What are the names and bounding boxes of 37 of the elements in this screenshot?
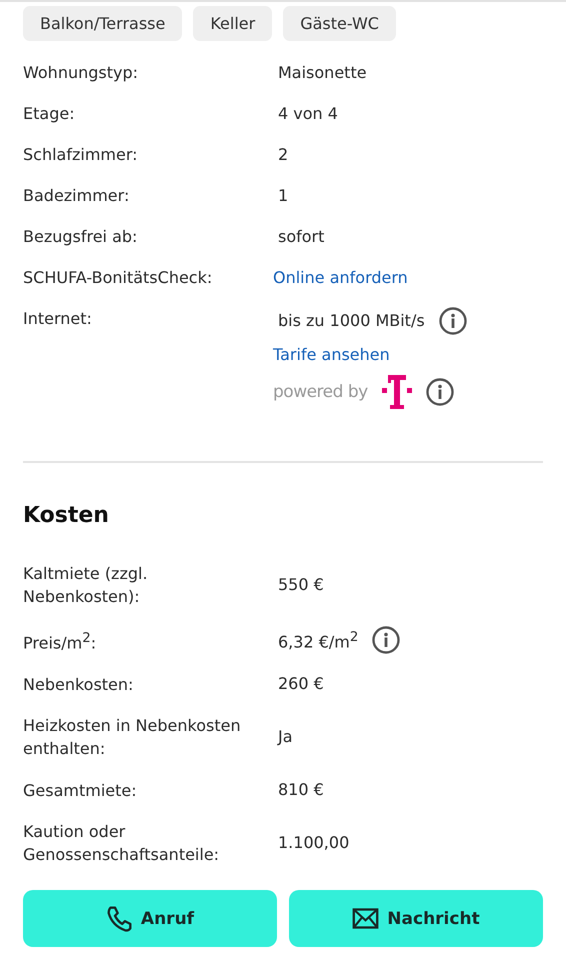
- info-icon[interactable]: [426, 378, 454, 406]
- detail-value: Maisonette: [278, 62, 367, 84]
- detail-value: 1: [278, 185, 288, 207]
- link[interactable]: Tarife ansehen: [273, 343, 390, 367]
- cost-value: 260 €: [278, 673, 324, 696]
- detail-label: Bezugsfrei ab:: [23, 226, 138, 248]
- cost-value: 1.100,00: [278, 832, 350, 854]
- cost-label: Kaltmiete (zzgl. Nebenkosten):: [23, 563, 149, 608]
- logo-icon: [382, 375, 412, 409]
- cost-value: 550 €: [278, 574, 324, 596]
- cost-label: Kaution oder Genossenschaftsanteile:: [23, 821, 220, 866]
- detail-value: bis zu 1000 MBit/s: [278, 310, 425, 332]
- message-button[interactable]: Nachricht: [289, 890, 543, 948]
- cost-label: Gesamtmiete:: [23, 780, 138, 802]
- section-title: Kosten: [23, 503, 110, 528]
- cost-value: 6,32 €/m$^{2}$: [278, 629, 358, 654]
- cost-value: 810 €: [278, 779, 324, 802]
- info-icon[interactable]: [438, 307, 467, 335]
- detail-label: Etage:: [23, 103, 76, 125]
- detail-label: Wohnungstyp:: [23, 62, 140, 84]
- cost-value: Ja: [278, 726, 293, 748]
- detail-value: 2: [278, 144, 288, 166]
- detail-label: Badezimmer:: [23, 185, 130, 207]
- feature-tag: Gäste-WC: [283, 6, 396, 41]
- cost-label: Nebenkosten:: [23, 674, 134, 696]
- feature-tag: Keller: [193, 6, 272, 41]
- detail-value: sofort: [278, 226, 324, 248]
- link[interactable]: Online anfordern: [273, 266, 408, 290]
- cost-label: Heizkosten in Nebenkosten enthalten:: [23, 715, 242, 760]
- detail-label: Schlafzimmer:: [23, 144, 139, 166]
- info-icon[interactable]: [372, 626, 400, 654]
- powered-by-text: powered by: [273, 382, 368, 402]
- call-button[interactable]: Anruf: [23, 890, 277, 948]
- detail-value: 4 von 4: [278, 103, 338, 125]
- feature-tag: Balkon/Terrasse: [23, 6, 182, 41]
- phone-icon: [106, 905, 133, 932]
- cost-label: Preis/m$^{2}$:: [23, 630, 98, 654]
